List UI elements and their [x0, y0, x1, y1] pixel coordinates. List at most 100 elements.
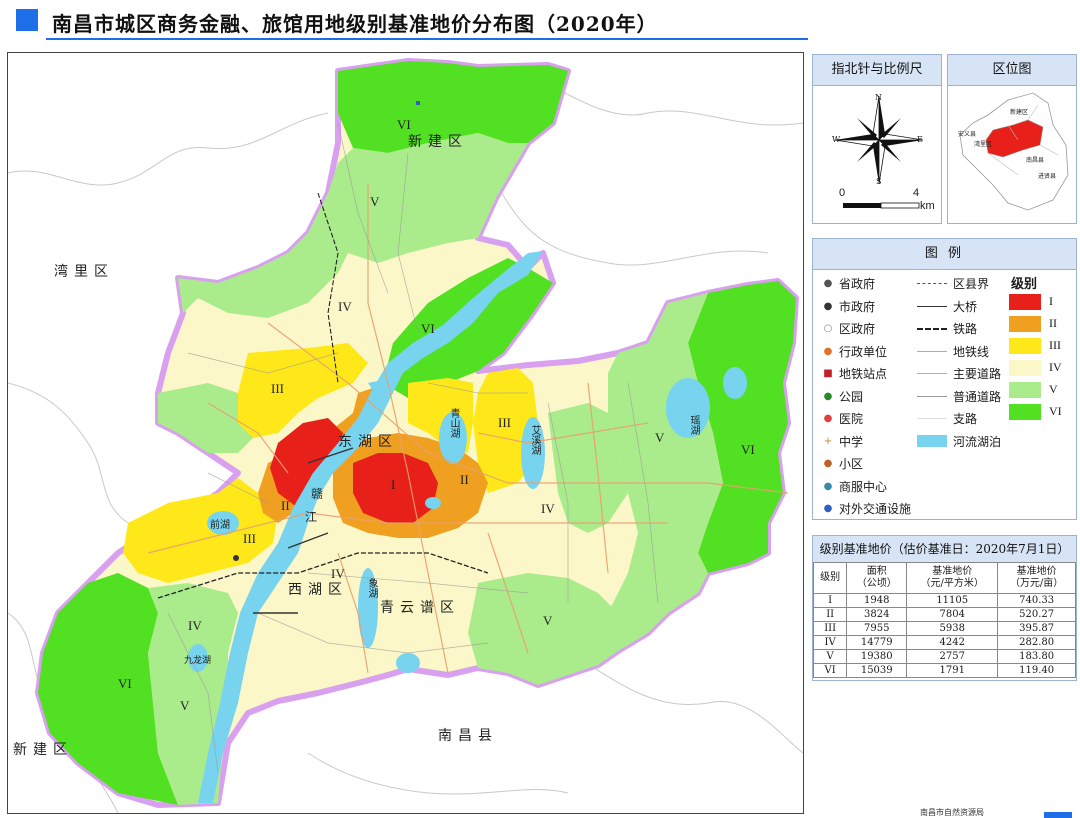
price-table-cell: VI	[812, 663, 848, 678]
scale-end: 4	[913, 187, 920, 199]
grade-legend-title: 级别	[1011, 277, 1038, 292]
price-table-header: 基准地价 （元/平方米）	[906, 562, 999, 594]
legend-point-label: 小区	[839, 457, 864, 471]
grade-label: IV	[338, 299, 352, 314]
price-table-header-row: 级别 面积 （公顷） 基准地价 （元/平方米） 基准地价 （万元/亩）	[812, 562, 1076, 594]
price-table-cell: V	[812, 649, 848, 664]
grade-swatch-label: VI	[1049, 404, 1062, 418]
scale-unit: km	[920, 200, 935, 212]
legend-line-item: 普通道路	[917, 388, 1001, 405]
grade-swatch-label: V	[1049, 382, 1058, 396]
label-wanli: 湾里区	[54, 264, 114, 280]
location-panel: 区位图 新建区 安义县 湾里区 南昌县 进贤县	[947, 54, 1077, 224]
legend-point-icon: ●	[823, 413, 833, 424]
label-nanchang-county: 南昌县	[438, 728, 498, 744]
price-table-row: III 7955 5938 395.87	[812, 621, 1076, 636]
price-table-cell: III	[812, 621, 848, 636]
legend-line-icon	[917, 305, 947, 307]
label-gan: 赣	[311, 487, 324, 501]
legend-point-label: 市政府	[839, 299, 876, 314]
location-label: 新建区	[1010, 109, 1029, 116]
grade-label: I	[391, 477, 396, 492]
legend-point-item: ● 商服中心	[821, 478, 887, 495]
price-table-header: 级别	[812, 562, 848, 594]
land-price-map	[8, 57, 803, 813]
legend-point-item: ■ 地铁站点	[821, 365, 887, 382]
legend-line-icon	[917, 395, 947, 397]
title-marker	[16, 9, 38, 31]
price-table-cell: 520.27	[997, 607, 1076, 622]
grade-label: V	[180, 698, 190, 713]
legend-line-item: 地铁线	[917, 343, 989, 360]
price-table-row: IV 14779 4242 282.80	[812, 635, 1076, 650]
price-table-cell: 282.80	[997, 635, 1076, 650]
legend-line-label: 支路	[953, 412, 978, 426]
legend-point-icon: ●	[823, 390, 833, 402]
legend-point-label: 中学	[839, 434, 864, 449]
location-label: 进贤县	[1038, 173, 1057, 180]
legend-point-item: ● 小区	[821, 455, 863, 472]
legend-point-item: + 中学	[821, 433, 863, 450]
legend-line-icon	[917, 283, 947, 284]
price-table-cell: 19380	[846, 649, 908, 664]
location-label: 南昌县	[1026, 157, 1045, 164]
map-frame: 湾里区 新建区 新建区 南昌县 东湖区 西湖区 青云谱区 赣 江 青山湖 艾溪湖…	[7, 52, 804, 814]
price-table-row: I 1948 11105 740.33	[812, 593, 1076, 608]
compass-panel: 指北针与比例尺 N S E W 0 4 km	[812, 54, 942, 224]
legend-point-label: 对外交通设施	[839, 502, 912, 516]
grade-swatch-label: II	[1049, 316, 1057, 330]
grade-label: VI	[397, 117, 411, 132]
title-underline	[46, 38, 808, 40]
location-label: 安义县	[958, 131, 977, 138]
grade-label: III	[243, 531, 256, 546]
label-yao-lake: 瑶湖	[688, 415, 699, 435]
label-qingyunpu: 青云谱区	[380, 600, 460, 616]
grade-label: VI	[421, 321, 435, 336]
grade-label: VI	[118, 676, 132, 691]
price-table-cell: 7804	[906, 607, 999, 622]
grade-label: V	[543, 613, 553, 628]
legend-point-item: ● 市政府	[821, 298, 875, 315]
label-jiulong-lake: 九龙湖	[184, 656, 212, 666]
price-table-row: II 3824 7804 520.27	[812, 607, 1076, 622]
scale-start: 0	[839, 187, 846, 199]
legend-line-item: 河流湖泊	[917, 433, 1001, 450]
legend-point-label: 地铁站点	[839, 367, 888, 381]
legend-point-item: ● 医院	[821, 410, 863, 427]
grade-label: V	[655, 430, 665, 445]
label-aixi-lake: 艾溪湖	[529, 425, 540, 455]
legend-panel: 图 例 ● 省政府 ● 市政府 ○ 区政府 ● 行政单位 ■ 地铁站点 ● 公园 ● 医院 + 中学 ● 小区 ● 商…	[812, 238, 1077, 520]
legend-line-label: 河流湖泊	[953, 434, 1002, 449]
legend-point-icon: ●	[823, 278, 833, 289]
legend-line-label: 区县界	[953, 277, 990, 291]
compass-w: W	[832, 135, 841, 144]
legend-line-item: 大桥	[917, 298, 977, 315]
footer-marker	[1044, 812, 1072, 818]
legend-line-label: 普通道路	[953, 389, 1002, 404]
price-table-cell: 4242	[906, 635, 999, 650]
grade-label: II	[281, 498, 290, 513]
price-table-cell: 740.33	[997, 593, 1076, 608]
legend-point-item: ○ 区政府	[821, 320, 875, 337]
legend-line-item: 支路	[917, 410, 977, 427]
compass-s: S	[876, 177, 882, 186]
legend-title: 图 例	[813, 239, 1076, 270]
provincial-government-marker	[233, 555, 239, 561]
legend-point-icon: ●	[823, 458, 833, 469]
legend-line-icon	[917, 327, 947, 330]
legend-point-label: 公园	[839, 389, 864, 404]
price-table-row: VI 15039 1791 119.40	[812, 663, 1076, 678]
legend-line-item: 铁路	[917, 320, 977, 337]
label-jiang: 江	[305, 510, 318, 524]
label-qian-lake: 前湖	[210, 520, 230, 531]
grade-swatch	[1009, 382, 1041, 398]
legend-point-icon: ●	[823, 503, 833, 514]
grade-label: VI	[741, 442, 755, 457]
legend-point-label: 区政府	[839, 322, 876, 336]
price-table-cell: 3824	[846, 607, 908, 622]
price-table-cell: 7955	[846, 621, 908, 636]
legend-point-item: ● 对外交通设施	[821, 500, 911, 517]
price-table-cell: 1791	[906, 663, 999, 678]
label-qingshan-lake: 青山湖	[448, 408, 459, 438]
footer-agency: 南昌市自然资源局	[920, 808, 984, 817]
